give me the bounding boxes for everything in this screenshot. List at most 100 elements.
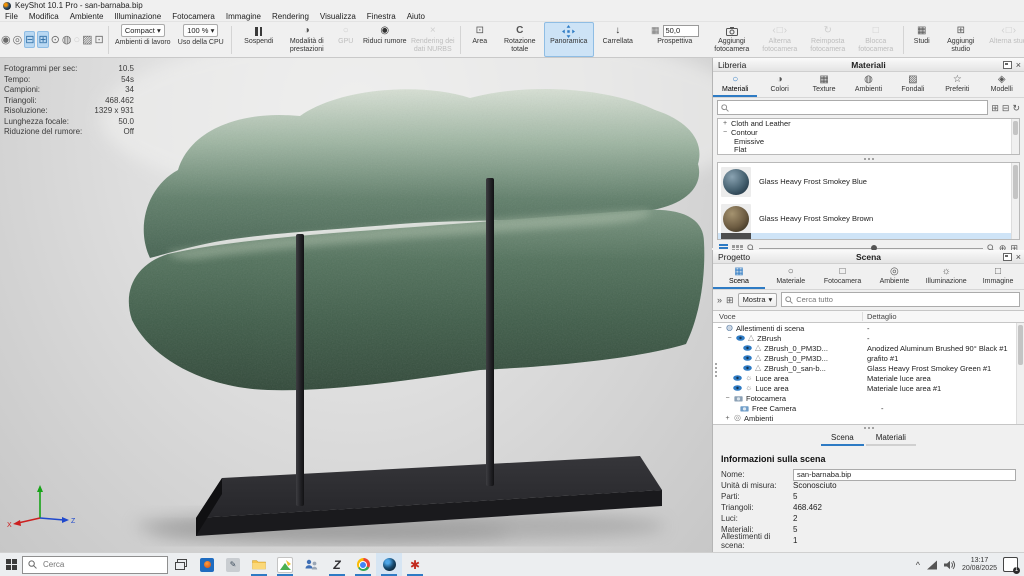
- expand-panel-icon[interactable]: »: [717, 295, 722, 305]
- mount-rod-left[interactable]: [296, 234, 304, 506]
- taskbar-app-browser[interactable]: [194, 553, 220, 576]
- tray-chevron-icon[interactable]: ^: [916, 560, 920, 570]
- collapse-all-icon[interactable]: ⊟: [1002, 103, 1010, 113]
- tab-preferiti[interactable]: ☆Preferiti: [935, 72, 979, 97]
- volume-icon[interactable]: [944, 560, 956, 570]
- clock[interactable]: 13:17 20/08/2025: [962, 557, 997, 573]
- tree-item-contour[interactable]: −Contour: [718, 128, 1019, 137]
- taskbar-app-share[interactable]: [298, 553, 324, 576]
- tab-immagine[interactable]: □Immagine: [972, 264, 1024, 289]
- tree-row-group-zbrush[interactable]: −△ZBrush -: [713, 333, 1024, 343]
- pan-button[interactable]: Panoramica: [544, 22, 594, 57]
- material-list-scrollbar[interactable]: [1011, 163, 1019, 239]
- layout-split-left-icon[interactable]: ⊟: [24, 31, 35, 48]
- tab-fotocamera[interactable]: □Fotocamera: [817, 264, 869, 289]
- scene-search-input[interactable]: [796, 295, 1016, 304]
- focal-length-input[interactable]: [663, 25, 699, 37]
- performance-mode-button[interactable]: ◑ Modalità di prestazioni: [283, 23, 331, 56]
- scene-search[interactable]: [781, 292, 1020, 307]
- taskbar-app-chrome[interactable]: [350, 553, 376, 576]
- menu-ambiente[interactable]: Ambiente: [70, 12, 104, 21]
- taskbar-search-input[interactable]: [41, 559, 162, 570]
- library-search[interactable]: [717, 100, 988, 115]
- expand-all-icon[interactable]: ⊞: [991, 103, 999, 113]
- menu-illuminazione[interactable]: Illuminazione: [114, 12, 161, 21]
- pause-button[interactable]: Sospendi: [235, 23, 283, 56]
- notification-center-icon[interactable]: 1: [1003, 557, 1018, 572]
- workspace-dropdown[interactable]: Compact ▾ Ambienti di lavoro: [112, 23, 174, 56]
- studies-button[interactable]: ▦ Studi: [907, 23, 937, 56]
- tree-row-environments[interactable]: +◎Ambienti: [713, 413, 1024, 423]
- collapse-icon[interactable]: −: [716, 325, 723, 332]
- tree-item-emissive[interactable]: Emissive: [718, 137, 1019, 146]
- region-frame-icon[interactable]: ⊡: [95, 31, 104, 48]
- tree-options-icon[interactable]: ⊞: [726, 295, 734, 305]
- tree-row-mesh[interactable]: △ZBrush_0_PM3D... grafito #1: [713, 353, 1024, 363]
- visibility-eye-icon[interactable]: [733, 375, 742, 381]
- network-icon[interactable]: [926, 560, 938, 570]
- tab-illuminazione[interactable]: ☼Illuminazione: [920, 264, 972, 289]
- expand-icon[interactable]: +: [724, 415, 731, 422]
- tab-colori[interactable]: ◑Colori: [757, 72, 801, 97]
- visibility-eye-icon[interactable]: [743, 365, 752, 371]
- settings-gears-icon[interactable]: ◍: [62, 31, 72, 48]
- material-item[interactable]: Glass Heavy Frost Smokey Brown: [718, 200, 1019, 237]
- denoise-button[interactable]: ◉ Riduci rumore: [361, 23, 409, 56]
- menu-file[interactable]: File: [5, 12, 18, 21]
- visibility-eye-icon[interactable]: [733, 385, 742, 391]
- undock-icon[interactable]: [1003, 61, 1012, 69]
- material-item-selected-partial[interactable]: [718, 233, 1012, 239]
- mount-rod-right[interactable]: [486, 178, 494, 486]
- area-render-button[interactable]: ⊡ Area: [464, 23, 496, 56]
- menu-rendering[interactable]: Rendering: [272, 12, 309, 21]
- tab-ambiente[interactable]: ◎Ambiente: [868, 264, 920, 289]
- tab-materiali[interactable]: ○Materiali: [713, 72, 757, 97]
- library-search-input[interactable]: [732, 103, 984, 112]
- tab-materiale[interactable]: ○Materiale: [765, 264, 817, 289]
- tab-ambienti[interactable]: ◍Ambienti: [846, 72, 890, 97]
- dolly-button[interactable]: ↓ Carrellata: [594, 23, 642, 56]
- taskbar-app-file-explorer[interactable]: [246, 553, 272, 576]
- tree-row-mesh[interactable]: △ZBrush_0_PM3D... Anodized Aluminum Brus…: [713, 343, 1024, 353]
- tree-item-cloth-and-leather[interactable]: +Cloth and Leather: [718, 119, 1019, 128]
- cpu-usage-dropdown[interactable]: 100 % ▾ Uso della CPU: [174, 23, 228, 56]
- taskbar-app-keyshot[interactable]: [376, 553, 402, 576]
- tumble-button[interactable]: C Rotazione totale: [496, 23, 544, 56]
- start-button[interactable]: [0, 559, 22, 570]
- tab-modelli[interactable]: ◈Modelli: [980, 72, 1024, 97]
- close-icon[interactable]: ×: [1016, 61, 1021, 69]
- tree-item-flat[interactable]: Flat: [718, 145, 1019, 154]
- add-study-button[interactable]: ⊞ Aggiungi studio: [937, 23, 985, 56]
- thumbnail-size-slider[interactable]: [759, 248, 983, 249]
- show-filter-dropdown[interactable]: Mostra▾: [738, 293, 778, 307]
- visibility-eye-icon[interactable]: [743, 345, 752, 351]
- undock-icon[interactable]: [1003, 253, 1012, 261]
- taskbar-search[interactable]: [22, 556, 168, 574]
- tab-texture[interactable]: ▦Texture: [802, 72, 846, 97]
- tree-row-area-light[interactable]: ☼Luce area Materiale luce area: [713, 373, 1024, 383]
- visibility-eye-icon[interactable]: [736, 335, 745, 341]
- layout-split-right-icon[interactable]: ⊞: [37, 31, 48, 48]
- collapse-icon[interactable]: −: [726, 335, 733, 342]
- tree-row-model-sets[interactable]: −◍Allestimenti di scena -: [713, 323, 1024, 333]
- monitor-icon[interactable]: ▨: [82, 31, 92, 48]
- render-viewport[interactable]: Fotogrammi per sec:10.5 Tempo:54s Campio…: [0, 58, 712, 552]
- scene-name-input[interactable]: [793, 469, 1016, 481]
- task-view-button[interactable]: [168, 553, 194, 576]
- tab-fondali[interactable]: ▨Fondali: [891, 72, 935, 97]
- tree-row-cameras[interactable]: −Fotocamera: [713, 393, 1024, 403]
- tree-row-free-camera[interactable]: Free Camera -: [713, 403, 1024, 413]
- project-splitter[interactable]: [713, 425, 1024, 431]
- subtab-materiali[interactable]: Materiali: [866, 432, 916, 446]
- menu-visualizza[interactable]: Visualizza: [320, 12, 356, 21]
- expand-icon[interactable]: +: [722, 120, 728, 127]
- close-icon[interactable]: ×: [1016, 253, 1021, 261]
- collapse-icon[interactable]: −: [724, 395, 731, 402]
- taskbar-app-image-editor[interactable]: [272, 553, 298, 576]
- taskbar-app-plugin[interactable]: ✱: [402, 553, 428, 576]
- scene-tree-scrollbar[interactable]: [1016, 323, 1024, 424]
- subtab-scena[interactable]: Scena: [821, 432, 864, 446]
- panel-resize-handle[interactable]: [715, 363, 717, 377]
- taskbar-app-zbrush[interactable]: Z: [324, 553, 350, 576]
- screenshot-icon[interactable]: ◎: [13, 31, 23, 48]
